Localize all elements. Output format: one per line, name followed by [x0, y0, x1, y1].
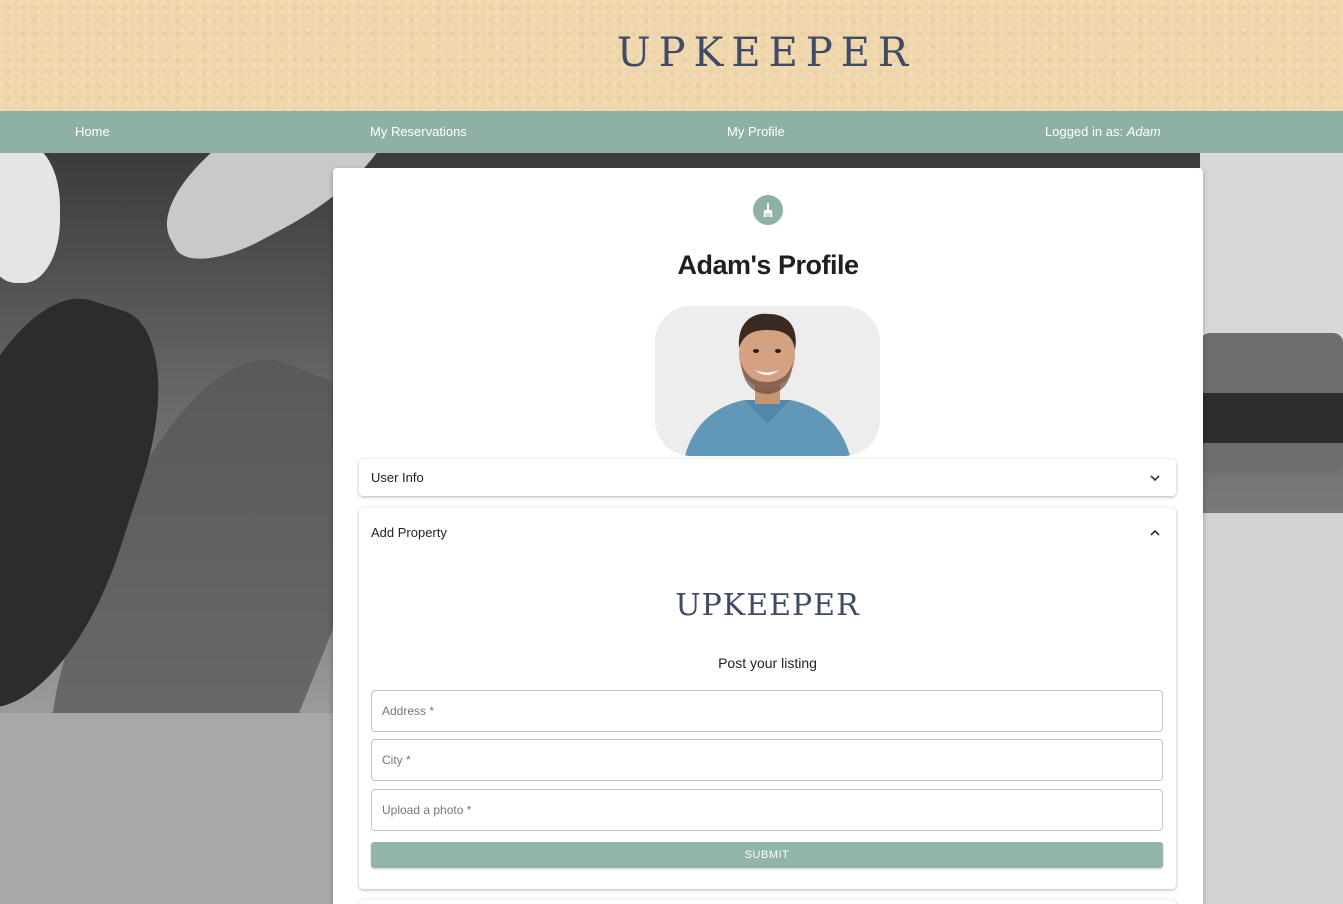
site-header: UPKEEPER — [0, 0, 1343, 111]
nav-profile-link[interactable]: My Profile — [727, 124, 785, 139]
submit-button[interactable]: SUBMIT — [371, 842, 1163, 868]
site-logo: UPKEEPER — [616, 29, 917, 76]
chevron-up-icon[interactable] — [1148, 526, 1162, 540]
add-property-accordion: Add Property UPKEEPER Post your listing … — [359, 508, 1176, 889]
main-nav: Home My Reservations My Profile Logged i… — [0, 111, 1343, 153]
broom-icon — [753, 195, 783, 225]
chevron-down-icon[interactable] — [1148, 471, 1162, 485]
next-accordion — [359, 900, 1176, 904]
add-property-toggle[interactable]: Add Property — [371, 525, 447, 540]
address-field[interactable] — [371, 690, 1163, 732]
profile-title: Adam's Profile — [677, 250, 859, 280]
city-field[interactable] — [371, 739, 1163, 781]
upload-photo-field[interactable] — [371, 789, 1163, 831]
logged-in-status: Logged in as: Adam — [1045, 124, 1161, 139]
background-wall — [1200, 513, 1343, 904]
nav-reservations-link[interactable]: My Reservations — [370, 124, 467, 139]
background-shelf-shadow — [1200, 393, 1343, 443]
logged-in-username: Adam — [1126, 124, 1161, 139]
user-info-accordion: User Info — [359, 459, 1176, 496]
background-flower — [0, 153, 60, 283]
profile-card: Adam's Profile User Info Add Property UP… — [333, 168, 1203, 904]
form-subtitle: Post your listing — [718, 655, 817, 671]
logged-in-prefix: Logged in as: — [1045, 124, 1124, 139]
background-table — [0, 713, 340, 904]
form-logo: UPKEEPER — [675, 588, 860, 623]
nav-home-link[interactable]: Home — [75, 124, 110, 139]
profile-photo — [655, 306, 880, 456]
user-info-toggle[interactable]: User Info — [371, 470, 424, 485]
